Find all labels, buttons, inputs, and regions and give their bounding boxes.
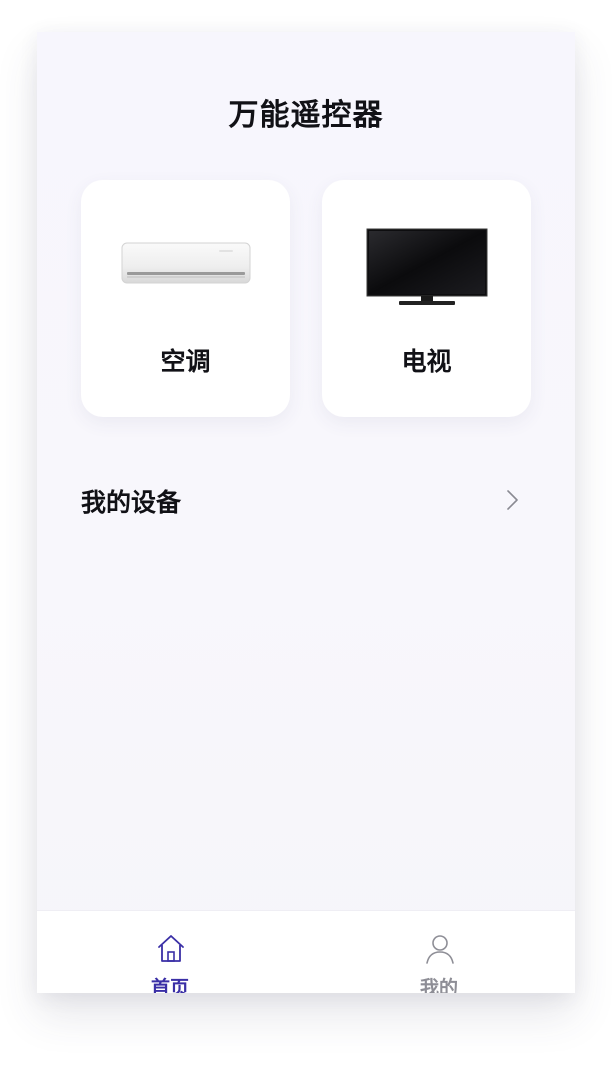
television-label: 电视 <box>401 347 452 376</box>
tab-bar: 首页 我的 <box>37 910 575 993</box>
app-screen: 万能遥控器 空调 电视 我的设备 首页 我的 <box>37 32 575 993</box>
air-conditioner-image <box>121 242 251 284</box>
my-devices-title: 我的设备 <box>81 488 182 517</box>
device-card-television[interactable]: 电视 <box>322 180 531 417</box>
tab-home-label: 首页 <box>150 977 189 993</box>
page-title: 万能遥控器 <box>228 98 384 133</box>
device-card-air-conditioner[interactable]: 空调 <box>81 180 290 417</box>
air-conditioner-label: 空调 <box>160 347 211 376</box>
my-devices-row[interactable]: 我的设备 <box>81 477 521 523</box>
home-icon <box>158 935 184 962</box>
television-image <box>366 228 488 305</box>
user-icon <box>426 935 454 964</box>
tab-home[interactable]: 首页 <box>110 911 230 993</box>
tab-mine[interactable]: 我的 <box>379 911 499 993</box>
tab-mine-label: 我的 <box>419 977 458 993</box>
chevron-right-icon <box>507 490 518 510</box>
